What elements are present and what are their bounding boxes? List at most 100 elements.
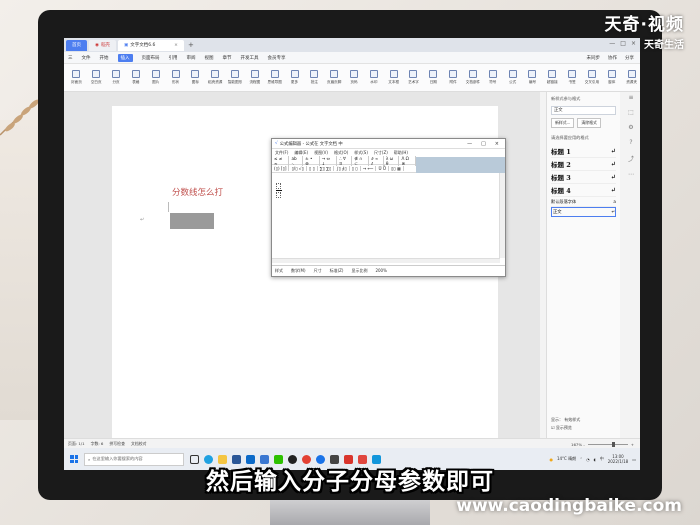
template-palette-button[interactable]: ▯ ▯ [350, 166, 361, 171]
settings-icon[interactable]: ⚙ [628, 124, 633, 131]
menu-item-insert[interactable]: 插入 [117, 53, 133, 62]
status-style-value[interactable]: 数学(M) [291, 268, 306, 274]
vertical-scrollbar[interactable] [499, 173, 505, 258]
symbol-palette-button[interactable]: ∂ ∞ ℓ [369, 155, 384, 166]
weather-icon[interactable]: ● [549, 457, 553, 462]
tray-arrow-icon[interactable]: ˄ [580, 457, 582, 462]
new-tab-icon[interactable]: + [188, 41, 194, 49]
word-count[interactable]: 字数: 6 [91, 441, 104, 447]
symbol-palette-button[interactable]: ∉ ∩ ⊂ [352, 155, 370, 166]
menu-item[interactable]: 文件 [82, 55, 91, 61]
ribbon-button[interactable]: 页码 [346, 70, 363, 85]
document-heading[interactable]: 分数线怎么打 [172, 186, 223, 198]
network-icon[interactable]: ◔ [586, 457, 590, 462]
status-size-value[interactable]: 标准(Z) [330, 268, 344, 274]
style-heading-2[interactable]: 标题 2 ↵ [551, 158, 616, 171]
style-heading-3[interactable]: 标题 3 ↵ [551, 171, 616, 184]
new-style-button[interactable]: 新样式... [551, 118, 575, 128]
template-palette-button[interactable]: Ū Ů [376, 166, 389, 171]
zoom-slider[interactable] [587, 441, 628, 447]
zoom-plus-icon[interactable]: + [631, 442, 634, 447]
ribbon-button[interactable]: 图标 [187, 70, 204, 85]
notification-icon[interactable]: ▭ [632, 457, 636, 462]
blurred-fraction[interactable] [170, 213, 214, 229]
proofread[interactable]: 文档校对 [131, 441, 147, 447]
menu-item[interactable]: 页面布局 [142, 55, 160, 61]
ribbon-button[interactable]: 交叉引用 [584, 70, 601, 85]
spell-check[interactable]: 拼写检查 [109, 441, 125, 447]
preview-row[interactable]: ☑ 显示预览 [551, 425, 572, 431]
dialog-maximize-icon[interactable]: □ [481, 141, 486, 147]
ribbon-button[interactable]: 水印 [365, 70, 382, 85]
fraction-template[interactable] [275, 183, 282, 198]
template-palette-button[interactable]: ▯ ▯ [307, 166, 318, 171]
menu-item[interactable]: 三 [68, 55, 73, 61]
current-style-box[interactable]: 正文 [551, 106, 616, 115]
ribbon-button[interactable]: 书签 [564, 70, 581, 85]
ribbon-button[interactable]: 艺术字 [405, 70, 422, 85]
style-default-font[interactable]: 默认段落字体 a [551, 197, 616, 207]
menu-item[interactable]: 视图 [205, 55, 214, 61]
ribbon-button[interactable]: 智能图形 [227, 70, 244, 85]
menu-item[interactable]: 会员专享 [268, 55, 286, 61]
menu-item[interactable]: 开始 [100, 55, 109, 61]
template-palette-button[interactable]: ∑▯ ∑▯ [318, 166, 335, 171]
ribbon-button[interactable]: 表格 [127, 70, 144, 85]
ribbon-button[interactable]: 超链接 [544, 70, 561, 85]
show-row[interactable]: 显示： 有效样式 [551, 417, 580, 423]
dialog-minimize-icon[interactable]: — [467, 141, 472, 147]
more-icon[interactable]: ⋯ [628, 171, 634, 178]
select-icon[interactable]: ⬚ [628, 109, 634, 116]
template-palette-button[interactable]: ▯/▯ √▯ [289, 166, 307, 171]
ribbon-button[interactable]: 分页 [108, 70, 125, 85]
share-icon[interactable]: ⤴ [628, 154, 634, 163]
share-label[interactable]: 分享 [625, 55, 634, 61]
style-heading-4[interactable]: 标题 4 ↵ [551, 184, 616, 197]
menu-item[interactable]: 开发工具 [241, 55, 259, 61]
ribbon-button[interactable]: 批注 [306, 70, 323, 85]
denominator-slot[interactable] [276, 192, 281, 198]
volume-icon[interactable]: ◖ [594, 457, 596, 462]
ribbon-button[interactable]: 窗体 [603, 70, 620, 85]
equation-area[interactable] [272, 173, 505, 258]
unsynced-label[interactable]: 未同步 [587, 55, 601, 61]
template-palette-button[interactable]: ▯▯ ▦ [389, 166, 404, 171]
ribbon-button[interactable]: 更多 [286, 70, 303, 85]
symbol-palette-button[interactable]: λ ω θ [384, 155, 400, 166]
ribbon-button[interactable]: 封面页 [68, 70, 85, 85]
symbol-palette-button[interactable]: ≤ ≠ ≈ [272, 155, 290, 166]
template-palette-button[interactable]: (▯) [▯] [272, 166, 290, 171]
ribbon-button[interactable]: 页眉页脚 [326, 70, 343, 85]
tab-daoke[interactable]: ◉ 稻壳 [89, 39, 116, 51]
menu-item[interactable]: 审阅 [187, 55, 196, 61]
symbol-palette-button[interactable]: → ⇔ ↓ [320, 155, 338, 166]
numerator-slot[interactable] [276, 183, 281, 189]
ribbon-button[interactable]: 文本框 [385, 70, 402, 85]
template-palette-button[interactable]: → ⟵ [361, 166, 377, 171]
ribbon-button[interactable]: 空白页 [88, 70, 105, 85]
style-normal[interactable]: 正文 ↵ [551, 207, 616, 217]
symbol-palette-button[interactable]: ∴ ∀ ∃ [337, 155, 353, 166]
ribbon-button[interactable]: 形状 [167, 70, 184, 85]
help-icon[interactable]: ? [629, 139, 632, 146]
ribbon-button[interactable]: 符号 [484, 70, 501, 85]
tab-home[interactable]: 首页 [66, 39, 87, 51]
collab-label[interactable]: 协作 [608, 55, 617, 61]
ribbon-button[interactable]: 图片 [147, 70, 164, 85]
ribbon-button[interactable]: 日期 [425, 70, 442, 85]
menu-item[interactable]: 章节 [223, 55, 232, 61]
symbol-palette-button[interactable]: Λ Ω ⊗ [399, 155, 416, 166]
ribbon-button[interactable]: 附件 [445, 70, 462, 85]
dialog-close-icon[interactable]: × [495, 141, 499, 147]
checkbox-icon[interactable]: ☑ [551, 425, 555, 430]
horizontal-scrollbar[interactable] [272, 258, 500, 263]
ribbon-button[interactable]: 流程图 [246, 70, 263, 85]
ribbon-button[interactable]: 思维导图 [266, 70, 283, 85]
clear-format-button[interactable]: 清除格式 [577, 118, 601, 128]
ribbon-button[interactable]: 资源夹 [623, 70, 640, 85]
zoom-thumb[interactable] [611, 441, 615, 447]
ribbon-button[interactable]: 公式 [504, 70, 521, 85]
template-palette-button[interactable]: ∫▯ ∮▯ [334, 166, 350, 171]
styles-icon[interactable]: ≡ [628, 94, 633, 101]
style-heading-1[interactable]: 标题 1 ↵ [551, 145, 616, 158]
